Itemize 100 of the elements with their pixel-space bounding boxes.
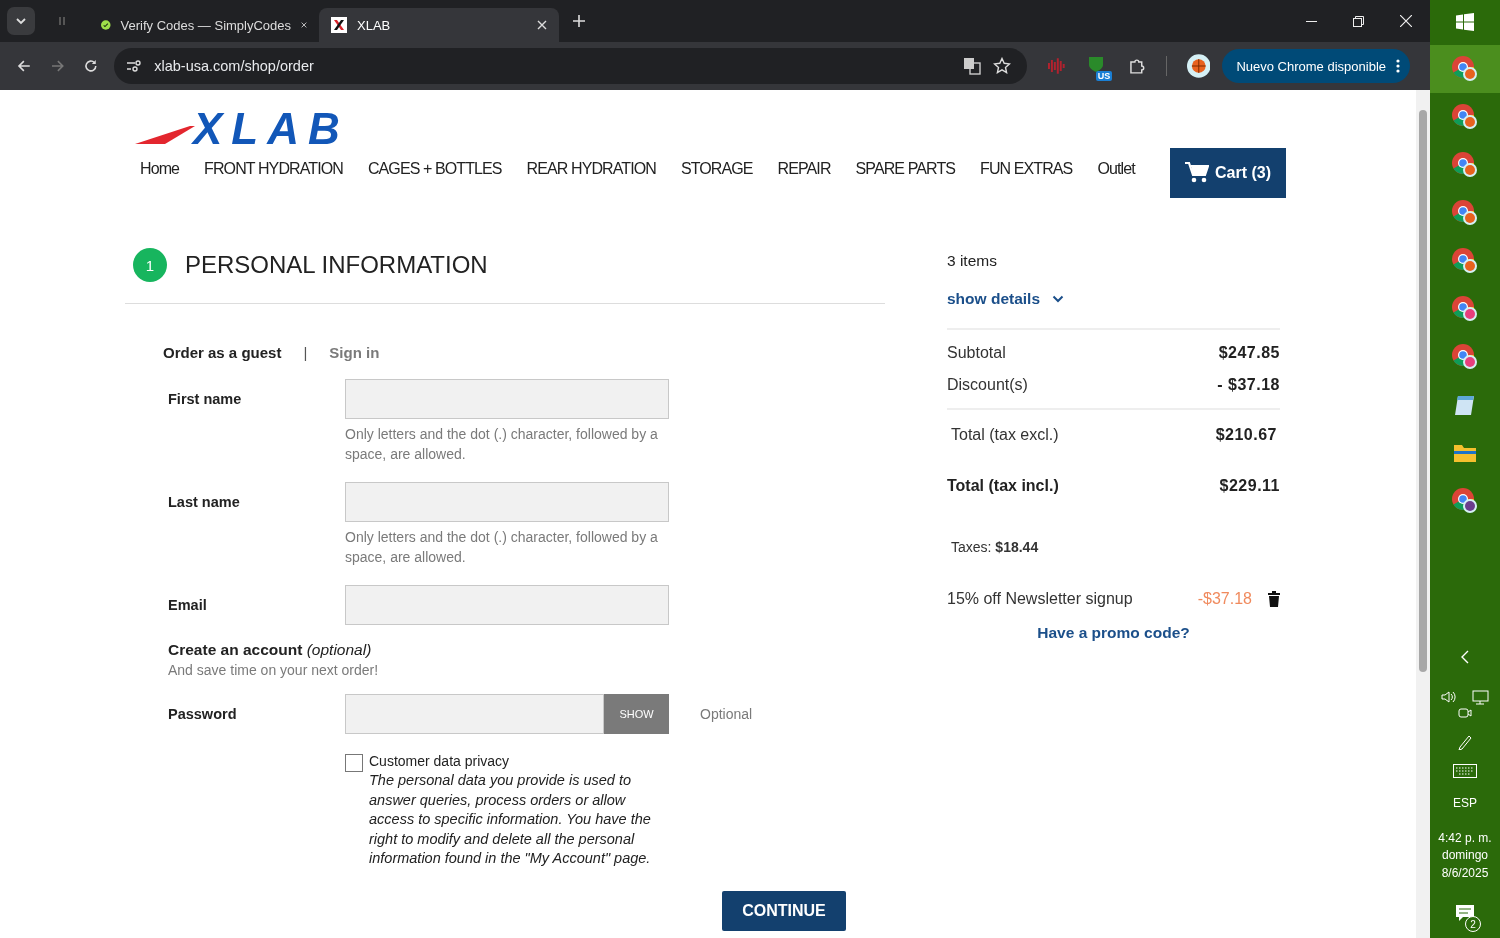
more-icon[interactable] bbox=[1396, 59, 1400, 73]
nav-link[interactable]: CAGES + BOTTLES bbox=[367, 160, 502, 178]
site-logo[interactable]: XLAB bbox=[135, 108, 440, 150]
summary-value: $210.67 bbox=[1215, 426, 1277, 444]
taskbar-app[interactable] bbox=[1430, 45, 1500, 93]
scrollbar[interactable] bbox=[1416, 90, 1430, 938]
checkbox-label: Customer data privacy bbox=[369, 753, 511, 769]
create-account-subtitle: And save time on your next order! bbox=[168, 662, 380, 678]
extension-badge: US bbox=[1095, 71, 1113, 81]
nav-link[interactable]: FUN EXTRAS bbox=[980, 160, 1073, 178]
browser-app-icon bbox=[1451, 247, 1479, 275]
close-icon[interactable] bbox=[1400, 15, 1412, 27]
browser-app-icon bbox=[1451, 55, 1479, 83]
privacy-text: The personal data you provide is used to answer queries, process orders or allow access to specific information. You have the right to modify and delete all the personal information found in the "My Account" page. bbox=[369, 771, 652, 869]
close-icon[interactable] bbox=[537, 20, 547, 30]
voucher-name: 15% off Newsletter signup bbox=[947, 590, 1134, 608]
nav-link[interactable]: FRONT HYDRATION bbox=[204, 160, 343, 178]
clock-time: 4:42 p. m. bbox=[1438, 829, 1492, 847]
clock-day: domingo bbox=[1442, 847, 1488, 865]
nav-link[interactable]: REAR HYDRATION bbox=[526, 160, 656, 178]
show-details-link[interactable]: show details bbox=[947, 290, 1280, 308]
summary-label: Total (tax excl.) bbox=[951, 426, 1059, 444]
input-field[interactable] bbox=[345, 482, 669, 522]
translate-icon[interactable] bbox=[963, 57, 982, 75]
camera-icon[interactable] bbox=[1458, 705, 1472, 720]
update-chrome-button[interactable]: Nuevo Chrome disponible bbox=[1222, 49, 1410, 83]
separator: | bbox=[303, 344, 308, 361]
browser-app-icon bbox=[1451, 103, 1479, 131]
input-field[interactable] bbox=[345, 379, 669, 419]
cart-button[interactable]: Cart (3) bbox=[1170, 148, 1286, 198]
new-tab-icon[interactable] bbox=[573, 15, 585, 27]
field-hint: Only letters and the dot (.) character, followed by a space, are allowed. bbox=[345, 528, 659, 567]
field-label: Last name bbox=[168, 493, 241, 512]
summary-value: $247.85 bbox=[1218, 344, 1280, 362]
chevron-down-icon bbox=[15, 17, 27, 25]
reload-icon[interactable] bbox=[84, 59, 99, 73]
nav-link[interactable]: Home bbox=[140, 160, 180, 178]
x-logo-icon bbox=[331, 17, 347, 33]
browser-app-icon bbox=[1451, 199, 1479, 227]
step-title: PERSONAL INFORMATION bbox=[185, 251, 488, 279]
optional-note: Optional bbox=[700, 706, 753, 722]
taxes-text: Taxes: $18.44 bbox=[950, 539, 1040, 555]
field-hint: Only letters and the dot (.) character, followed by a space, are allowed. bbox=[345, 425, 659, 464]
input-field[interactable] bbox=[345, 585, 669, 625]
chevron-down-icon bbox=[1052, 295, 1065, 303]
browser-app-icon bbox=[1451, 343, 1479, 371]
close-icon[interactable] bbox=[301, 20, 307, 30]
continue-button[interactable]: CONTINUE bbox=[722, 890, 846, 931]
show-password-button[interactable]: SHOW bbox=[604, 694, 669, 734]
field-label: First name bbox=[168, 390, 243, 409]
field-label: Email bbox=[168, 596, 208, 615]
summary-label: Discount(s) bbox=[947, 376, 1028, 394]
cart-icon bbox=[1185, 162, 1209, 184]
back-icon[interactable] bbox=[17, 59, 31, 73]
clock-date: 8/6/2025 bbox=[1441, 864, 1489, 882]
password-field[interactable] bbox=[345, 694, 604, 734]
browser-tab[interactable]: XLAB bbox=[319, 8, 559, 42]
nav-link[interactable]: SPARE PARTS bbox=[855, 160, 956, 178]
pen-icon[interactable] bbox=[1457, 733, 1473, 750]
create-account-heading: Create an account (optional) bbox=[168, 641, 373, 659]
nav-link[interactable]: STORAGE bbox=[680, 160, 753, 178]
clock[interactable]: 4:42 p. m. domingo 8/6/2025 bbox=[1438, 829, 1492, 882]
restore-icon[interactable] bbox=[1353, 15, 1364, 27]
network-icon[interactable] bbox=[1471, 689, 1489, 706]
summary-value: - $37.18 bbox=[1217, 376, 1280, 394]
checkbox[interactable] bbox=[345, 754, 363, 772]
browser-tab[interactable]: Verify Codes — SimplyCodes bbox=[89, 8, 319, 42]
windows-start-icon[interactable] bbox=[1456, 13, 1474, 31]
browser-app-icon bbox=[1451, 487, 1479, 515]
checkmark-icon bbox=[101, 17, 111, 33]
nav-link[interactable]: Outlet bbox=[1097, 160, 1135, 178]
voucher-value: -$37.18 bbox=[1197, 590, 1252, 608]
chevron-left-icon[interactable] bbox=[1460, 649, 1470, 664]
notifications-icon[interactable] bbox=[1455, 904, 1475, 922]
folder-icon bbox=[1453, 442, 1477, 464]
item-count: 3 items bbox=[947, 252, 998, 270]
promo-code-link[interactable]: Have a promo code? bbox=[1037, 624, 1190, 641]
notification-count: 2 bbox=[1465, 916, 1481, 932]
star-icon[interactable] bbox=[993, 57, 1012, 75]
profile-avatar-icon[interactable] bbox=[1186, 54, 1211, 78]
summary-label: Subtotal bbox=[947, 344, 1006, 362]
puzzle-icon[interactable] bbox=[1128, 57, 1146, 75]
login-option-tab[interactable]: Order as a guest bbox=[163, 344, 282, 361]
keyboard-icon[interactable] bbox=[1453, 763, 1477, 778]
nav-link[interactable]: REPAIR bbox=[777, 160, 831, 178]
login-option-tab[interactable]: Sign in bbox=[329, 344, 380, 361]
address-bar[interactable]: xlab-usa.com/shop/order bbox=[114, 48, 1028, 84]
site-settings-icon[interactable] bbox=[126, 59, 143, 73]
field-label: Password bbox=[168, 706, 238, 722]
total-value: $229.11 bbox=[1219, 477, 1280, 495]
tab-search-button[interactable] bbox=[7, 7, 35, 35]
forward-icon[interactable] bbox=[50, 59, 65, 73]
language-indicator[interactable]: ESP bbox=[1453, 795, 1477, 810]
trash-icon[interactable] bbox=[1268, 591, 1280, 607]
speaker-icon[interactable] bbox=[1441, 689, 1457, 704]
notepad-icon bbox=[1453, 393, 1477, 417]
browser-app-icon bbox=[1451, 295, 1479, 323]
browser-app-icon bbox=[1451, 151, 1479, 179]
total-label: Total (tax incl.) bbox=[947, 477, 1059, 495]
step-number: 1 bbox=[133, 248, 167, 282]
